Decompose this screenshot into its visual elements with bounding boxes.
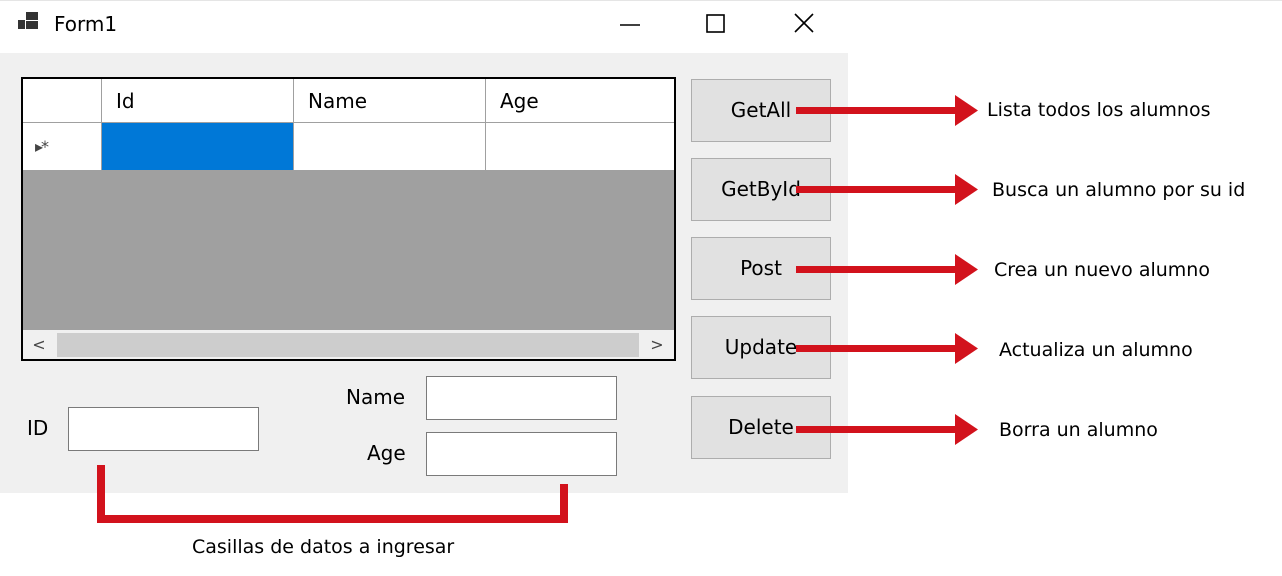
minimize-button[interactable] (614, 10, 646, 38)
annotation-getbyid: Busca un alumno por su id (992, 179, 1246, 201)
app-icon (18, 12, 40, 32)
horizontal-scrollbar[interactable]: < > (23, 330, 674, 359)
getall-button[interactable]: GetAll (691, 79, 831, 142)
maximize-button[interactable] (700, 10, 732, 38)
cell-age[interactable] (486, 123, 674, 171)
column-header-name[interactable]: Name (294, 79, 486, 123)
id-label: ID (27, 416, 49, 440)
data-grid[interactable]: Id Name Age ▸* < > (21, 77, 676, 361)
post-button[interactable]: Post (691, 237, 831, 300)
scroll-right-icon[interactable]: > (645, 333, 669, 357)
id-field[interactable] (68, 407, 259, 451)
annotation-inputs: Casillas de datos a ingresar (192, 536, 455, 558)
column-header-id[interactable]: Id (102, 79, 294, 123)
minimize-icon (620, 24, 640, 26)
annotation-update: Actualiza un alumno (999, 339, 1193, 361)
column-header-age[interactable]: Age (486, 79, 674, 123)
scroll-left-icon[interactable]: < (27, 333, 51, 357)
scrollbar-thumb[interactable] (57, 333, 639, 357)
name-label: Name (346, 385, 406, 409)
window-title: Form1 (54, 12, 118, 36)
cell-name[interactable] (294, 123, 486, 171)
window-top-border (0, 0, 1282, 1)
annotation-delete: Borra un alumno (999, 419, 1158, 441)
cell-id-selected[interactable] (102, 123, 294, 171)
name-field[interactable] (426, 376, 617, 420)
new-row-header[interactable]: ▸* (23, 123, 102, 171)
close-button[interactable] (788, 10, 820, 38)
age-label: Age (367, 441, 406, 465)
getbyid-button[interactable]: GetById (691, 158, 831, 221)
annotation-post: Crea un nuevo alumno (994, 259, 1210, 281)
maximize-icon (706, 14, 725, 33)
close-icon (794, 13, 814, 33)
update-button[interactable]: Update (691, 316, 831, 379)
grid-corner-header[interactable] (23, 79, 102, 123)
new-row-indicator-icon: ▸* (35, 137, 49, 156)
delete-button[interactable]: Delete (691, 396, 831, 459)
annotation-getall: Lista todos los alumnos (987, 99, 1211, 121)
age-field[interactable] (426, 432, 617, 476)
